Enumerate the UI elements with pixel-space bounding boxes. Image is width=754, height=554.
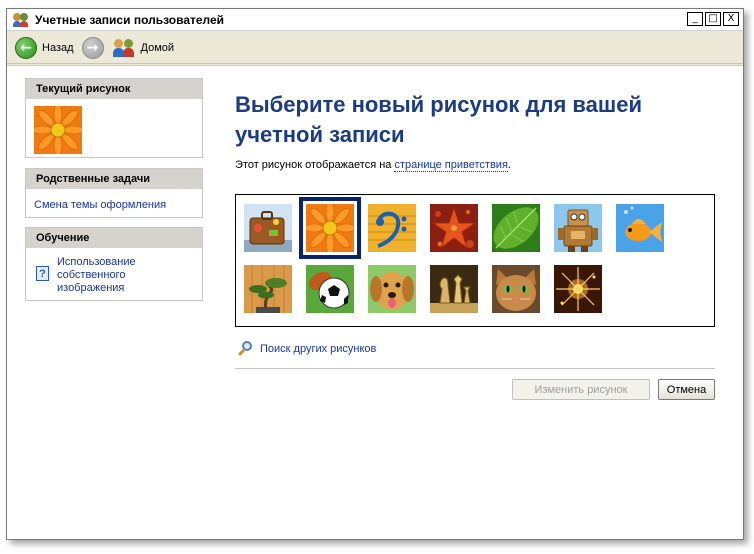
related-tasks-panel: Родственные задачи Смена темы оформления — [25, 168, 203, 218]
cancel-button[interactable]: Отмена — [658, 379, 715, 400]
picture-tile-robot[interactable] — [554, 204, 602, 252]
home-label: Домой — [140, 41, 175, 54]
picture-tile-dog[interactable] — [368, 265, 416, 313]
forward-button[interactable]: → — [81, 36, 104, 59]
picture-tile-chess[interactable] — [430, 265, 478, 313]
user-accounts-icon — [13, 12, 29, 28]
current-picture-panel: Текущий рисунок — [25, 78, 203, 158]
orange-flower-icon — [31, 103, 85, 157]
dog-icon — [368, 265, 416, 313]
description-suffix: . — [507, 159, 511, 171]
suitcase-icon — [244, 204, 292, 252]
content-area: Текущий рисунок Родственные задачи Смена… — [7, 65, 743, 539]
green-leaf-icon — [492, 204, 540, 252]
current-picture-heading: Текущий рисунок — [26, 79, 202, 99]
picture-tile-bonsai[interactable] — [244, 265, 292, 313]
bonsai-tree-icon — [244, 265, 292, 313]
chess-pieces-icon — [430, 265, 478, 313]
search-pictures-link[interactable]: Поиск других рисунков — [237, 340, 376, 358]
maximize-button[interactable]: □ — [705, 12, 721, 26]
minimize-button[interactable]: _ — [687, 12, 703, 26]
use-own-image-link[interactable]: Использование собственного изображения — [57, 256, 157, 295]
welcome-screen-link[interactable]: странице приветствия — [394, 159, 508, 172]
picture-grid — [235, 194, 715, 327]
help-item[interactable]: ? Использование собственного изображения — [36, 256, 157, 295]
learning-heading: Обучение — [26, 228, 202, 248]
picture-tile-starfish[interactable] — [430, 204, 478, 252]
picture-tile-leaf[interactable] — [492, 204, 540, 252]
sparkles-icon — [554, 265, 602, 313]
search-pictures-label: Поиск других рисунков — [260, 343, 377, 355]
picture-tile-flower[interactable] — [301, 199, 359, 257]
navigation-toolbar: ← Назад → Домой — [7, 32, 743, 64]
description-prefix: Этот рисунок отображается на — [235, 159, 395, 171]
description: Этот рисунок отображается на странице пр… — [235, 159, 511, 172]
search-icon — [237, 340, 255, 358]
picture-tile-kitten[interactable] — [492, 265, 540, 313]
change-picture-button[interactable]: Изменить рисунок — [512, 379, 650, 400]
kitten-icon — [492, 265, 540, 313]
home-users-icon — [112, 37, 136, 59]
page-title: Выберите новый рисунок для вашей учетной… — [235, 92, 642, 147]
home-button[interactable]: Домой — [112, 37, 175, 59]
goldfish-icon — [616, 204, 664, 252]
picture-tile-goldfish[interactable] — [616, 204, 664, 252]
starfish-icon — [430, 204, 478, 252]
user-accounts-window: Учетные записи пользователей _ □ X ← Наз… — [6, 8, 744, 540]
picture-tile-sparkles[interactable] — [554, 265, 602, 313]
help-icon: ? — [36, 266, 49, 281]
window-title: Учетные записи пользователей — [35, 12, 225, 27]
robot-icon — [554, 204, 602, 252]
picture-tile-soccer[interactable] — [306, 265, 354, 313]
learning-panel: Обучение ? Использование собственного из… — [25, 227, 203, 301]
close-button[interactable]: X — [723, 12, 739, 26]
back-button[interactable]: ← Назад — [15, 36, 74, 59]
forward-arrow-icon: → — [81, 36, 104, 59]
window-controls: _ □ X — [687, 12, 739, 26]
title-bar[interactable]: Учетные записи пользователей _ □ X — [7, 9, 743, 31]
soccer-ball-icon — [306, 265, 354, 313]
separator — [235, 368, 715, 369]
change-theme-link[interactable]: Смена темы оформления — [34, 199, 166, 211]
related-tasks-heading: Родственные задачи — [26, 169, 202, 189]
orange-flower-icon — [306, 204, 354, 252]
back-arrow-icon: ← — [15, 36, 37, 59]
bass-clef-icon — [368, 204, 416, 252]
back-label: Назад — [42, 41, 74, 54]
picture-tile-suitcase[interactable] — [244, 204, 292, 252]
picture-tile-bass-clef[interactable] — [368, 204, 416, 252]
